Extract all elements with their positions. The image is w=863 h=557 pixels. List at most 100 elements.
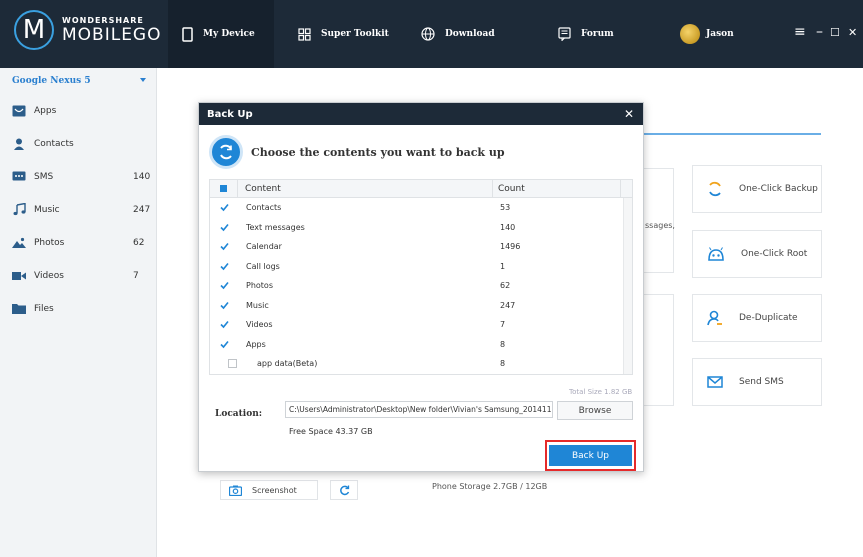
row-count: 247	[500, 300, 516, 310]
row-content: Call logs	[246, 261, 280, 271]
folder-icon	[12, 303, 26, 315]
brand-small: WONDERSHARE	[62, 15, 144, 25]
avatar	[680, 24, 700, 44]
checkmark-icon[interactable]	[220, 223, 229, 232]
dialog-heading-text: Choose the contents you want to back up	[251, 145, 505, 159]
row-content: Calendar	[246, 242, 282, 251]
row-count: 8	[500, 359, 506, 368]
backup-dialog: Back Up ✕ Choose the contents you want t…	[198, 102, 644, 472]
sidebar-item-count: 7	[133, 270, 139, 281]
user-name: Jason	[706, 29, 734, 39]
checkmark-icon[interactable]	[220, 301, 229, 310]
photo-icon	[12, 237, 26, 249]
location-label: Location:	[215, 409, 263, 419]
user-menu[interactable]: Jason	[680, 0, 734, 68]
table-row[interactable]: Call logs 1	[210, 257, 632, 277]
row-count: 1	[500, 261, 506, 271]
video-icon	[12, 270, 26, 282]
table-scrollbar[interactable]	[623, 198, 632, 374]
table-row[interactable]: Videos 7	[210, 315, 632, 335]
action-label: One-Click Root	[741, 249, 808, 259]
refresh-button[interactable]	[330, 480, 358, 500]
sms-icon	[12, 171, 26, 183]
nav-download[interactable]: Download	[421, 0, 495, 68]
one-click-root-button[interactable]: One-Click Root	[692, 230, 822, 278]
checkmark-icon[interactable]	[220, 242, 229, 251]
row-content: Videos	[246, 320, 273, 329]
table-row[interactable]: Calendar 1496	[210, 237, 632, 257]
close-icon[interactable]: ✕	[624, 107, 634, 121]
sidebar-item-label: Contacts	[34, 138, 74, 149]
sidebar-item-label: Music	[34, 204, 60, 215]
sidebar-item-music[interactable]: Music 247	[0, 193, 156, 226]
table-row[interactable]: app data(Beta) 8	[210, 354, 632, 374]
send-sms-button[interactable]: Send SMS	[692, 358, 822, 406]
sidebar-item-count: 140	[133, 171, 151, 182]
table-header: Content Count	[210, 180, 632, 198]
phone-storage: Phone Storage 2.7GB / 12GB	[432, 482, 548, 491]
row-content: Contacts	[246, 203, 282, 212]
sidebar-item-sms[interactable]: SMS 140	[0, 160, 156, 193]
refresh-icon	[339, 485, 349, 495]
maximize-button[interactable]: ☐	[830, 26, 840, 39]
close-window-button[interactable]: ✕	[848, 26, 857, 39]
nav-super-toolkit-label: Super Toolkit	[321, 29, 389, 39]
screenshot-label: Screenshot	[252, 485, 297, 495]
contact-icon	[12, 138, 26, 150]
nav-my-device[interactable]: My Device	[168, 0, 274, 68]
table-row[interactable]: Photos 62	[210, 276, 632, 296]
nav-forum[interactable]: Forum	[558, 0, 614, 68]
table-row[interactable]: Apps 8	[210, 335, 632, 355]
sidebar-item-count: 247	[133, 204, 151, 215]
sidebar-item-label: Files	[34, 303, 54, 314]
device-selector[interactable]: Google Nexus 5	[0, 68, 156, 94]
envelope-icon	[707, 376, 723, 388]
row-count: 140	[500, 222, 516, 232]
android-icon	[708, 247, 724, 261]
minimize-button[interactable]: –	[816, 24, 823, 40]
row-content: Music	[246, 300, 269, 310]
one-click-backup-button[interactable]: One-Click Backup	[692, 165, 822, 213]
sidebar-item-files[interactable]: Files	[0, 292, 156, 325]
checkmark-icon[interactable]	[220, 340, 229, 349]
table-row[interactable]: Text messages 140	[210, 218, 632, 238]
location-field[interactable]: C:\Users\Administrator\Desktop\New folde…	[285, 401, 553, 418]
checkmark-icon[interactable]	[220, 320, 229, 329]
sidebar-item-label: Photos	[34, 237, 65, 248]
back-up-button[interactable]: Back Up	[549, 445, 632, 466]
de-duplicate-button[interactable]: De-Duplicate	[692, 294, 822, 342]
column-header-count: Count	[498, 184, 525, 194]
checkmark-icon[interactable]	[220, 262, 229, 271]
sidebar-item-videos[interactable]: Videos 7	[0, 259, 156, 292]
sidebar-item-contacts[interactable]: Contacts	[0, 127, 156, 160]
brand-big: MOBILEGO	[62, 24, 162, 45]
sidebar-item-photos[interactable]: Photos 62	[0, 226, 156, 259]
table-row[interactable]: Contacts 53	[210, 198, 632, 218]
column-header-content: Content	[245, 184, 281, 194]
table-row[interactable]: Music 247	[210, 296, 632, 316]
unchecked-checkbox[interactable]	[228, 359, 237, 368]
checkmark-icon[interactable]	[220, 203, 229, 212]
menu-icon[interactable]: ≡	[794, 24, 806, 40]
select-all-checkbox[interactable]	[220, 185, 227, 192]
row-count: 1496	[500, 242, 521, 251]
nav-download-label: Download	[445, 29, 495, 39]
nav-super-toolkit[interactable]: Super Toolkit	[298, 0, 389, 68]
content-table: Content Count Contacts 53 Text messages …	[209, 179, 633, 375]
sidebar-item-label: Videos	[34, 270, 64, 281]
sidebar-item-apps[interactable]: Apps	[0, 94, 156, 127]
row-content: app data(Beta)	[257, 359, 318, 368]
logo-icon: M	[14, 10, 54, 50]
grid-icon	[298, 27, 311, 41]
nav-my-device-label: My Device	[203, 29, 255, 39]
screenshot-button[interactable]: Screenshot	[220, 480, 318, 500]
app-logo: M WONDERSHARE MOBILEGO	[14, 10, 162, 50]
checkmark-icon[interactable]	[220, 281, 229, 290]
browse-button[interactable]: Browse	[557, 401, 633, 420]
sidebar: Google Nexus 5 Apps Contacts SMS 140 Mus…	[0, 68, 157, 557]
music-icon	[12, 203, 26, 216]
sync-icon	[709, 181, 721, 197]
duplicate-user-icon	[707, 310, 722, 326]
action-label: Send SMS	[739, 377, 784, 387]
globe-icon	[421, 27, 435, 41]
